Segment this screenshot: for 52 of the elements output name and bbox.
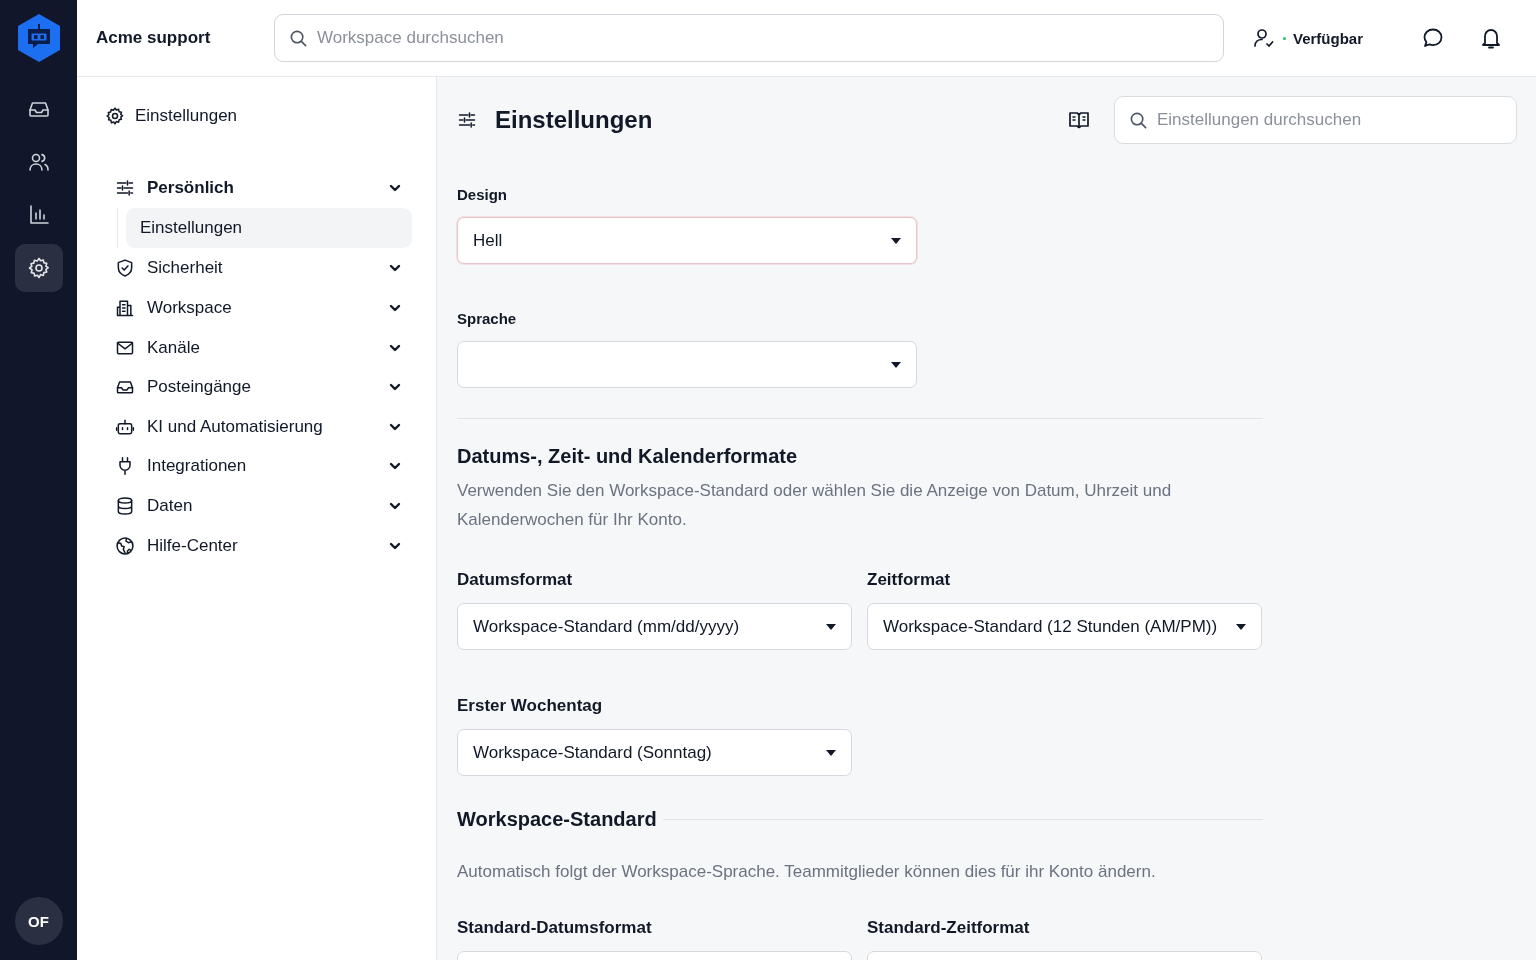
database-icon	[115, 495, 135, 516]
sliders-icon	[115, 177, 135, 198]
globe-icon	[115, 535, 135, 556]
status-label[interactable]: Verfügbar	[1292, 29, 1363, 47]
status-dot	[1282, 36, 1286, 40]
nav-item[interactable]: KI und Automatisierung	[105, 406, 412, 447]
settings-search-field[interactable]: Einstellungen durchsuchen	[1114, 96, 1517, 144]
sidebar-title: Einstellungen	[135, 106, 238, 126]
shield-check-icon	[115, 258, 135, 279]
nav-item[interactable]: Posteingänge	[105, 367, 412, 407]
settings-icon	[105, 106, 125, 126]
user-check-icon[interactable]	[1251, 26, 1276, 50]
nav-item[interactable]: Kanäle	[105, 327, 412, 368]
nav-item[interactable]: Hilfe-Center	[105, 525, 412, 566]
caret-icon	[826, 749, 836, 756]
search-field[interactable]: Workspace durchsuchen	[274, 14, 1224, 62]
nav-subitem[interactable]: Einstellungen	[126, 207, 412, 248]
page-title: Einstellungen	[495, 106, 654, 134]
field-label: Datumsformat	[457, 570, 574, 591]
caret-icon	[891, 361, 901, 368]
dropdown[interactable]: Workspace-Standard (mm/dd/yyyy)	[457, 603, 852, 650]
field-label: Standard-Zeitformat	[867, 918, 1031, 939]
caret-icon	[826, 623, 836, 630]
section-description: Automatisch folgt der Workspace-Sprache. Teammitglieder können dies für ihr Konto ändern.	[457, 861, 1157, 883]
section-heading: Datums-, Zeit- und Kalenderformate	[457, 445, 799, 468]
nav-item[interactable]: Persönlich	[105, 168, 412, 208]
bell-icon[interactable]	[1479, 26, 1503, 50]
nav-item[interactable]: Workspace	[105, 288, 412, 328]
field-label: Standard-Datumsformat	[457, 918, 653, 939]
sliders-icon	[457, 110, 477, 130]
rail-button[interactable]	[14, 244, 63, 292]
nav-item[interactable]: Sicherheit	[105, 248, 412, 289]
settings-icon	[26, 256, 51, 280]
building-icon	[115, 298, 135, 318]
book-icon[interactable]	[1068, 109, 1090, 131]
dropdown[interactable]: Workspace-Standard (12 Stunden (AM/PM))	[867, 603, 1262, 650]
section-heading: Workspace-Standard	[457, 808, 657, 831]
nav-item[interactable]: Daten	[105, 486, 412, 526]
chat-bubble-icon[interactable]	[1421, 26, 1445, 50]
field-label: Erster Wochentag	[457, 696, 604, 717]
section-description: Verwenden Sie den Workspace-Standard oder wählen Sie die Anzeige von Datum, Uhrzeit und Kalenderwochen für Ihr Konto.	[457, 480, 1173, 531]
dropdown[interactable]: Workspace-Standard (Sonntag)	[457, 729, 852, 776]
workspace-name: Acme support	[96, 28, 212, 48]
caret-icon	[1236, 623, 1246, 630]
nav-item[interactable]: Integrationen	[105, 446, 412, 487]
field-label: Zeitformat	[867, 570, 952, 591]
field-label: Sprache	[457, 310, 518, 329]
field-label: Design	[457, 186, 508, 205]
logo-icon[interactable]	[15, 13, 62, 63]
dropdown[interactable]: Hell	[457, 217, 917, 264]
caret-icon	[891, 237, 901, 244]
user-avatar[interactable]: OF	[14, 897, 63, 945]
